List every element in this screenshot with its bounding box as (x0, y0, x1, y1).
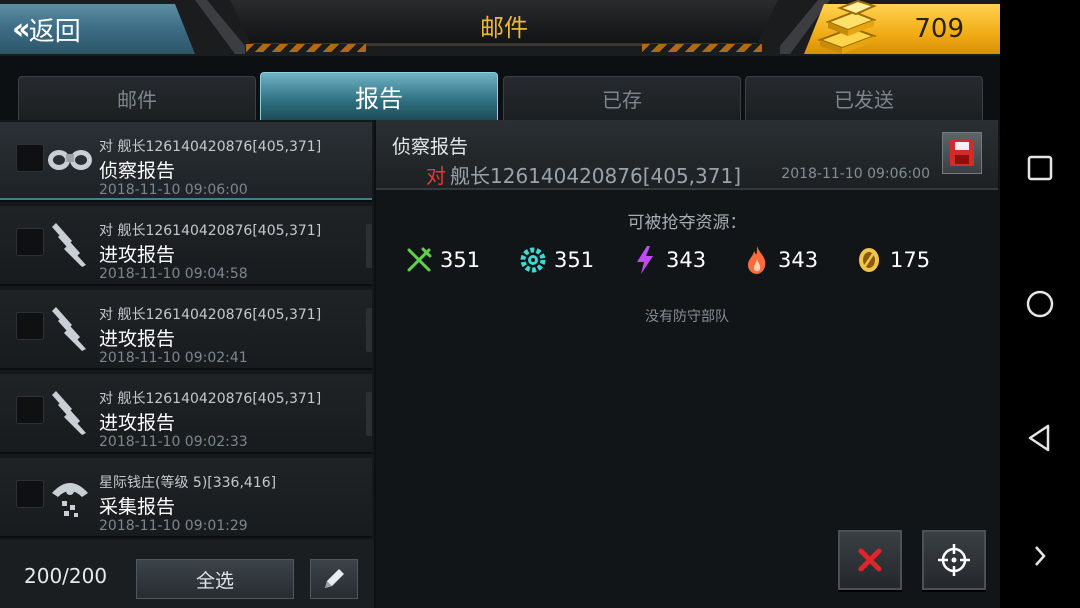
item-title: 进攻报告 (99, 244, 176, 266)
item-time: 2018-11-10 09:02:41 (99, 350, 248, 366)
report-detail: 侦察报告 对舰长126140420876[405,371] 2018-11-10… (376, 120, 1000, 608)
back-button[interactable]: ‹‹ 返回 (0, 4, 195, 54)
item-time: 2018-11-10 09:02:33 (99, 434, 248, 450)
lightning-icon (630, 245, 660, 275)
system-nav-bar (1000, 0, 1080, 608)
missiles-icon (46, 218, 94, 270)
resources-label: 可被抢夺资源： (627, 213, 747, 233)
item-edge-tab (366, 392, 372, 436)
item-time: 2018-11-10 09:01:29 (99, 518, 248, 534)
list-item[interactable]: 对 舰长126140420876[405,371] 进攻报告 2018-11-1… (0, 290, 372, 370)
back-label: 返回 (28, 16, 81, 47)
edit-button[interactable] (310, 559, 358, 599)
pencil-icon (325, 569, 344, 588)
coin-icon (854, 245, 884, 275)
tab-mail-label: 邮件 (117, 88, 157, 112)
item-subtitle: 对 舰长126140420876[405,371] (99, 391, 322, 407)
missiles-icon (46, 302, 94, 354)
hazard-stripe-right (642, 44, 762, 52)
back-nav-button[interactable] (1020, 418, 1060, 458)
top-bar: ‹‹ 返回 邮件 709 (0, 0, 1000, 56)
delete-button[interactable] (838, 530, 902, 590)
detail-target[interactable]: 对舰长126140420876[405,371] (426, 160, 741, 189)
gear-icon (518, 245, 548, 275)
tab-saved[interactable]: 已存 (503, 76, 741, 120)
gold-amount: 709 (914, 14, 964, 44)
item-checkbox[interactable] (16, 480, 44, 508)
tab-mail[interactable]: 邮件 (18, 76, 256, 120)
resource-value: 175 (890, 248, 931, 272)
item-subtitle: 星际钱庄(等级 5)[336,416] (99, 475, 277, 491)
resource-credits: 175 (854, 240, 930, 280)
item-subtitle: 对 舰长126140420876[405,371] (99, 307, 322, 323)
item-title: 进攻报告 (99, 328, 176, 350)
save-button[interactable] (942, 132, 982, 174)
item-title: 侦察报告 (99, 160, 176, 182)
missiles-icon (46, 386, 94, 438)
target-name: 舰长126140420876[405,371] (450, 164, 742, 188)
square-icon (1027, 155, 1053, 181)
fire-icon (742, 245, 772, 275)
no-defense-text: 没有防守部队 (645, 309, 729, 325)
item-edge-tab (366, 308, 372, 352)
detail-title: 侦察报告 (392, 136, 469, 158)
item-subtitle: 对 舰长126140420876[405,371] (99, 139, 322, 155)
resource-food: 351 (404, 240, 480, 280)
resource-value: 351 (440, 248, 481, 272)
tab-saved-label: 已存 (602, 88, 642, 112)
crosshair-icon (938, 544, 970, 576)
item-edge-tab (366, 224, 372, 268)
circle-icon (1026, 290, 1054, 318)
harvester-icon (46, 470, 94, 522)
target-prefix: 对 (426, 164, 446, 188)
item-time: 2018-11-10 09:06:00 (99, 182, 248, 198)
list-footer: 200/200 全选 (0, 540, 374, 608)
item-subtitle: 对 舰长126140420876[405,371] (99, 223, 322, 239)
detail-header: 侦察报告 对舰长126140420876[405,371] 2018-11-10… (376, 120, 998, 190)
tab-bar: 邮件 报告 已存 已发送 (18, 72, 988, 120)
triangle-back-icon (1028, 424, 1050, 452)
tab-sent[interactable]: 已发送 (745, 76, 983, 120)
food-icon (404, 245, 434, 275)
tab-reports-label: 报告 (355, 85, 403, 113)
resource-value: 343 (778, 248, 819, 272)
list-item[interactable]: 对 舰长126140420876[405,371] 进攻报告 2018-11-1… (0, 206, 372, 286)
page-title: 邮件 (480, 14, 528, 42)
gold-bars-icon (817, 0, 877, 54)
resource-fuel: 343 (742, 240, 818, 280)
resource-energy: 343 (630, 240, 706, 280)
resource-parts: 351 (518, 240, 594, 280)
locate-button[interactable] (922, 530, 986, 590)
double-chevron-left-icon: ‹‹ (12, 11, 31, 47)
mail-count: 200/200 (24, 564, 108, 588)
home-button[interactable] (1020, 284, 1060, 324)
floppy-disk-icon (950, 140, 974, 166)
list-item[interactable]: 对 舰长126140420876[405,371] 侦察报告 2018-11-1… (0, 122, 372, 202)
list-item[interactable]: 星际钱庄(等级 5)[336,416] 采集报告 2018-11-10 09:0… (0, 458, 372, 538)
list-item[interactable]: 对 舰长126140420876[405,371] 进攻报告 2018-11-1… (0, 374, 372, 454)
mail-list[interactable]: 对 舰长126140420876[405,371] 侦察报告 2018-11-1… (0, 120, 374, 540)
recents-button[interactable] (1020, 148, 1060, 188)
item-time: 2018-11-10 09:04:58 (99, 266, 248, 282)
select-all-button[interactable]: 全选 (136, 559, 294, 599)
item-checkbox[interactable] (16, 228, 44, 256)
item-title: 进攻报告 (99, 412, 176, 434)
resource-value: 343 (666, 248, 707, 272)
item-title: 采集报告 (99, 496, 176, 518)
binoculars-icon (46, 134, 94, 186)
item-checkbox[interactable] (16, 396, 44, 424)
item-checkbox[interactable] (16, 312, 44, 340)
detail-time: 2018-11-10 09:06:00 (781, 166, 930, 182)
hazard-stripe-left (246, 44, 366, 52)
resource-value: 351 (554, 248, 595, 272)
item-checkbox[interactable] (16, 144, 44, 172)
close-icon (858, 548, 882, 572)
tab-sent-label: 已发送 (834, 88, 894, 112)
tab-reports[interactable]: 报告 (260, 72, 498, 120)
chevron-right-icon (1035, 546, 1046, 566)
expand-nav-button[interactable] (1020, 536, 1060, 576)
